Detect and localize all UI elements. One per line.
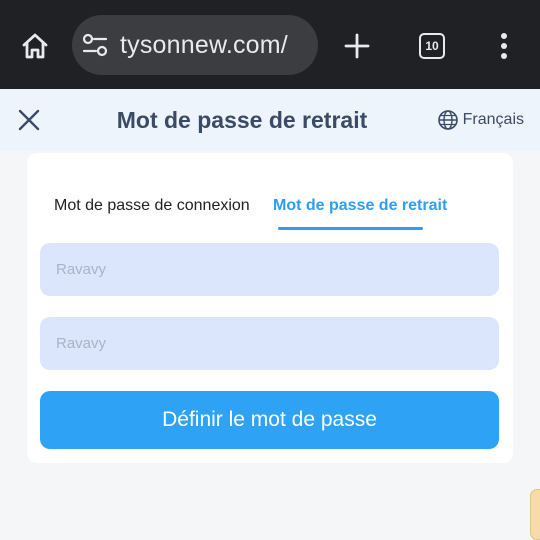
page-title: Mot de passe de retrait	[116, 107, 368, 133]
home-icon	[22, 33, 48, 59]
new-password-input[interactable]	[40, 243, 499, 296]
confirm-password-input[interactable]	[40, 317, 499, 370]
tab-withdrawal-password[interactable]: Mot de passe de retrait	[273, 197, 447, 215]
more-menu-icon	[501, 33, 507, 59]
globe-icon	[437, 110, 458, 130]
language-label[interactable]: Français	[463, 111, 524, 129]
page-header: Mot de passe de retrait Français	[0, 89, 540, 151]
active-tab-indicator	[278, 227, 423, 230]
new-tab-icon	[344, 33, 370, 59]
floating-side-tab[interactable]	[530, 489, 540, 540]
url-text[interactable]: tysonnew.com/	[120, 31, 288, 60]
tab-switcher-button[interactable]: 10	[411, 27, 453, 65]
tab-switcher-icon: 10	[419, 33, 445, 59]
new-tab-button[interactable]	[337, 27, 377, 65]
tab-login-password[interactable]: Mot de passe de connexion	[54, 197, 250, 215]
browser-toolbar: tysonnew.com/ 10	[0, 0, 540, 89]
site-settings-icon[interactable]	[82, 33, 108, 57]
tab-count: 10	[425, 39, 439, 53]
language-selector[interactable]: Français	[437, 109, 524, 131]
set-password-button[interactable]: Définir le mot de passe	[40, 391, 499, 449]
home-button[interactable]	[14, 27, 56, 65]
address-bar[interactable]: tysonnew.com/	[72, 15, 318, 75]
more-menu-button[interactable]	[489, 27, 519, 65]
password-form-card: Mot de passe de connexion Mot de passe d…	[27, 153, 513, 463]
